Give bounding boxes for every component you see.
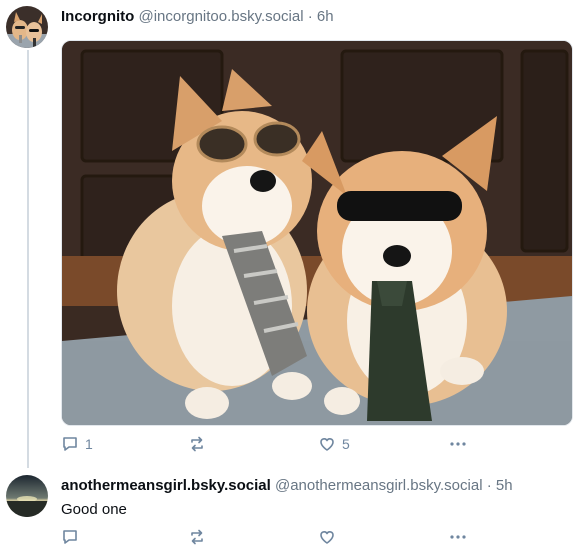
post-actions (61, 527, 481, 547)
post-actions: 1 5 (61, 434, 481, 454)
display-name[interactable]: anothermeansgirl.bsky.social (61, 477, 271, 494)
post-text: Good one (61, 501, 127, 518)
timestamp[interactable]: 6h (317, 8, 334, 25)
repost-button[interactable] (188, 434, 212, 454)
author-avatar[interactable] (6, 6, 48, 48)
handle[interactable]: @anothermeansgirl.bsky.social (275, 477, 483, 494)
corgis-photo (62, 41, 572, 425)
repost-icon (191, 529, 203, 545)
display-name[interactable]: Incorgnito (61, 8, 134, 25)
corgi-avatar-icon (6, 6, 48, 48)
post-image[interactable] (61, 40, 573, 426)
heart-icon (320, 438, 334, 451)
repost-button[interactable] (188, 527, 212, 547)
separator: · (486, 477, 492, 494)
more-options-button[interactable] (448, 434, 468, 454)
thread-line (27, 50, 29, 468)
repost-icon (191, 436, 203, 452)
post-header: anothermeansgirl.bsky.social @anothermea… (61, 476, 513, 496)
post-header: Incorgnito @incorgnitoo.bsky.social · 6h (61, 7, 334, 27)
reply-icon (63, 530, 77, 544)
reply-icon (63, 437, 77, 451)
handle[interactable]: @incorgnitoo.bsky.social (139, 8, 304, 25)
sunset-avatar-icon (6, 475, 48, 517)
more-icon (450, 535, 466, 539)
heart-icon (320, 531, 334, 544)
like-button[interactable] (318, 527, 342, 547)
reply-button[interactable] (61, 527, 85, 547)
like-count: 5 (342, 436, 350, 452)
reply-button[interactable]: 1 (61, 434, 93, 454)
timestamp[interactable]: 5h (496, 477, 513, 494)
author-avatar[interactable] (6, 475, 48, 517)
more-icon (450, 442, 466, 446)
like-button[interactable]: 5 (318, 434, 350, 454)
separator: · (307, 8, 313, 25)
reply-count: 1 (85, 436, 93, 452)
more-options-button[interactable] (448, 527, 468, 547)
